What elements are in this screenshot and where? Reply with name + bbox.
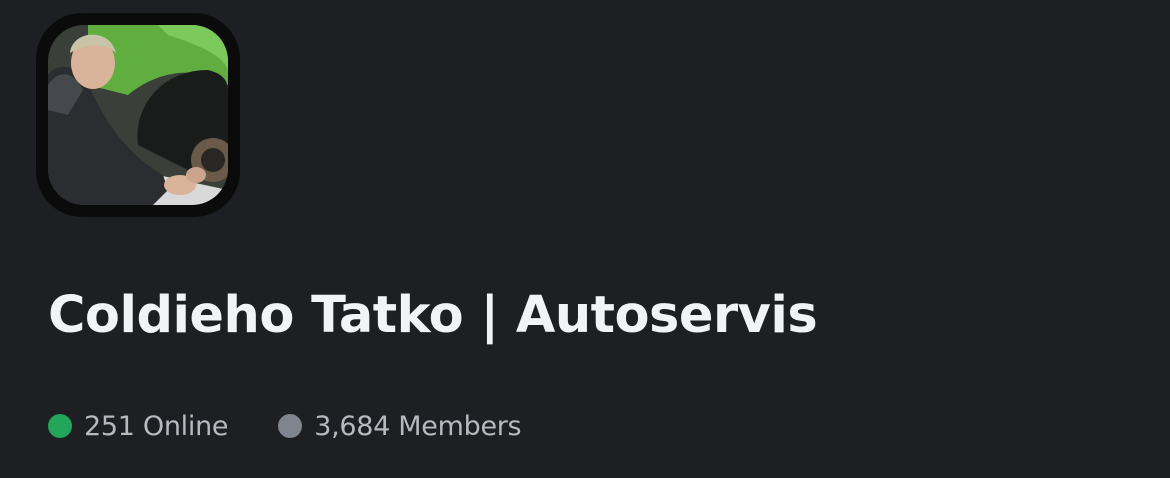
- members-dot-icon: [278, 414, 303, 438]
- member-count: 3,684 Members: [278, 410, 522, 442]
- member-count-label: 3,684 Members: [314, 410, 522, 442]
- server-stats: 251 Online 3,684 Members: [48, 406, 522, 446]
- server-avatar[interactable]: [48, 25, 228, 205]
- online-status-dot-icon: [48, 414, 72, 438]
- server-invite-card: Coldieho Tatko | Autoservis 251 Online 3…: [0, 0, 1170, 478]
- server-avatar-photo-icon: [48, 25, 228, 205]
- online-count: 251 Online: [48, 410, 229, 442]
- online-count-label: 251 Online: [84, 410, 229, 442]
- server-name: Coldieho Tatko | Autoservis: [48, 286, 818, 345]
